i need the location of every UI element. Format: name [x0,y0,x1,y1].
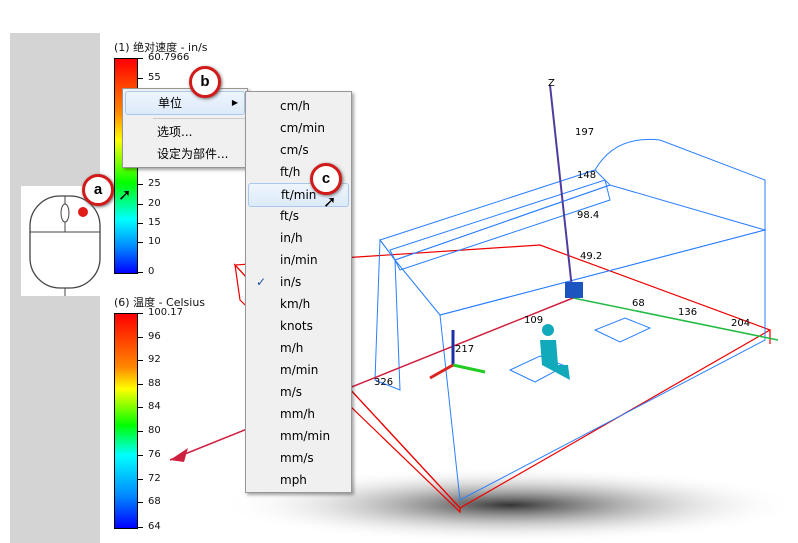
x-tick: 204 [731,318,751,329]
unit-label: mm/h [280,407,316,421]
unit-label: mm/min [280,429,331,443]
unit-label: mph [280,473,307,487]
z-tick: 98.4 [577,210,600,221]
room-geometry [374,138,767,501]
mouse-cursor-icon: ➚ [118,185,132,204]
unit-option[interactable]: m/min [248,359,349,381]
unit-label: cm/min [280,121,325,135]
unit-option[interactable]: km/h [248,293,349,315]
unit-label: cm/h [280,99,310,113]
menu-item-label: 单位 [158,96,183,110]
checkmark-icon: ✓ [256,275,267,289]
unit-label: knots [280,319,313,333]
submenu-arrow-icon: ▶ [231,98,238,107]
unit-option[interactable]: cm/s [248,139,349,161]
unit-option[interactable]: mph [248,469,349,491]
y-tick: 109 [524,315,544,326]
units-submenu: cm/h cm/min cm/s ft/h ft/min ft/s in/h in/min ✓ i… [245,91,352,493]
callout-a: a [82,174,114,206]
unit-option[interactable]: mm/min [248,425,349,447]
menu-item-units[interactable]: 单位 ▶ [125,91,245,115]
unit-label: ft/min [281,188,317,202]
context-menu: 单位 ▶ 选项... 设定为部件... [122,88,248,168]
unit-label: ft/s [280,209,300,223]
menu-item-options[interactable]: 选项... [125,121,245,143]
x-tick: 68 [632,298,645,309]
unit-label: mm/s [280,451,314,465]
unit-label: cm/s [280,143,309,157]
y-axis [169,297,574,461]
z-tick: 197 [575,127,595,138]
unit-option[interactable]: in/h [248,227,349,249]
temperature-color-bar [114,313,138,529]
unit-option[interactable]: cm/h [248,95,349,117]
arrow-icon [170,448,188,462]
callout-b: b [189,66,221,98]
y-tick: 217 [455,344,475,355]
menu-item-set-as-part[interactable]: 设定为部件... [125,143,245,165]
unit-label: in/min [280,253,318,267]
tick-mark [137,58,143,59]
unit-option[interactable]: knots [248,315,349,337]
unit-option[interactable]: m/h [248,337,349,359]
unit-label: m/min [280,363,319,377]
unit-label: m/h [280,341,304,355]
z-tick: 148 [577,170,597,181]
mouse-cursor-icon: ➚ [323,192,337,211]
unit-label: ft/h [280,165,301,179]
unit-label: in/s [280,275,302,289]
callout-c: c [310,163,342,195]
unit-option[interactable]: ✓ in/s [248,271,349,293]
unit-option[interactable]: in/min [248,249,349,271]
menu-separator [153,118,245,119]
unit-label: km/h [280,297,311,311]
person-figure [540,324,570,380]
unit-label: in/h [280,231,303,245]
y-tick: 326 [374,377,394,388]
x-tick: 136 [678,307,698,318]
unit-label: m/s [280,385,302,399]
z-tick: 49.2 [580,251,603,262]
z-axis-label: Z [548,78,555,89]
unit-option[interactable]: cm/min [248,117,349,139]
unit-option[interactable]: mm/h [248,403,349,425]
unit-option[interactable]: mm/s [248,447,349,469]
unit-option[interactable]: m/s [248,381,349,403]
fan-box [565,282,583,298]
